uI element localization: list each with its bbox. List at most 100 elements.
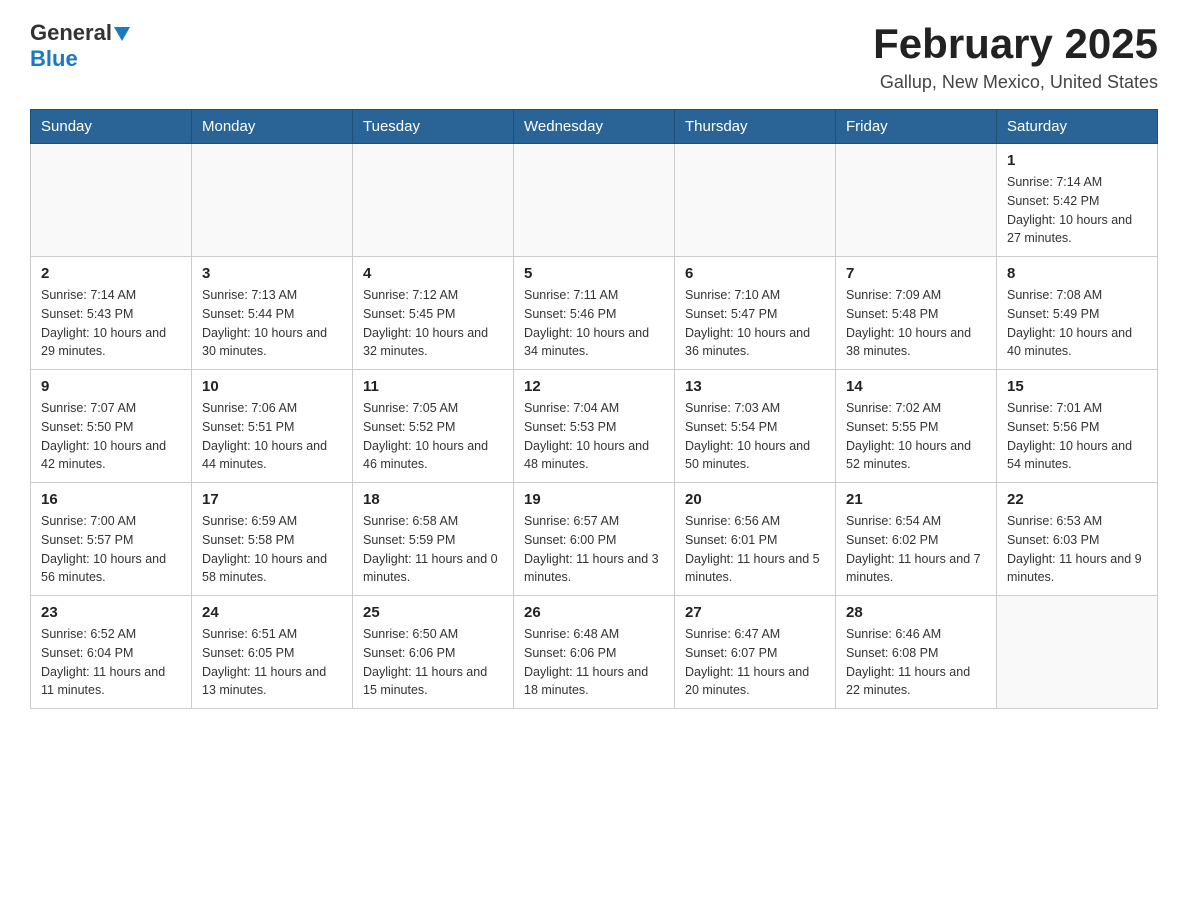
calendar-cell: 22 Sunrise: 6:53 AMSunset: 6:03 PMDayligh… (997, 483, 1158, 596)
day-info: Sunrise: 7:04 AMSunset: 5:53 PMDaylight:… (524, 399, 664, 474)
day-number: 19 (524, 491, 664, 508)
day-info: Sunrise: 7:08 AMSunset: 5:49 PMDaylight:… (1007, 286, 1147, 361)
day-of-week-header: Thursday (675, 110, 836, 144)
calendar-cell: 16 Sunrise: 7:00 AMSunset: 5:57 PMDayligh… (31, 483, 192, 596)
day-info: Sunrise: 7:01 AMSunset: 5:56 PMDaylight:… (1007, 399, 1147, 474)
day-info: Sunrise: 7:12 AMSunset: 5:45 PMDaylight:… (363, 286, 503, 361)
calendar-cell: 8 Sunrise: 7:08 AMSunset: 5:49 PMDaylight… (997, 257, 1158, 370)
day-info: Sunrise: 7:09 AMSunset: 5:48 PMDaylight:… (846, 286, 986, 361)
day-number: 7 (846, 265, 986, 282)
calendar-cell (675, 144, 836, 257)
day-info: Sunrise: 7:10 AMSunset: 5:47 PMDaylight:… (685, 286, 825, 361)
calendar-week-row: 2 Sunrise: 7:14 AMSunset: 5:43 PMDaylight… (31, 257, 1158, 370)
day-of-week-header: Friday (836, 110, 997, 144)
day-number: 10 (202, 378, 342, 395)
logo-general-text: General (30, 20, 112, 46)
day-info: Sunrise: 7:03 AMSunset: 5:54 PMDaylight:… (685, 399, 825, 474)
day-info: Sunrise: 6:51 AMSunset: 6:05 PMDaylight:… (202, 625, 342, 700)
calendar-cell: 24 Sunrise: 6:51 AMSunset: 6:05 PMDayligh… (192, 596, 353, 709)
calendar-cell (514, 144, 675, 257)
day-number: 1 (1007, 152, 1147, 169)
day-info: Sunrise: 7:00 AMSunset: 5:57 PMDaylight:… (41, 512, 181, 587)
day-info: Sunrise: 6:48 AMSunset: 6:06 PMDaylight:… (524, 625, 664, 700)
calendar-cell: 18 Sunrise: 6:58 AMSunset: 5:59 PMDayligh… (353, 483, 514, 596)
calendar-cell: 20 Sunrise: 6:56 AMSunset: 6:01 PMDayligh… (675, 483, 836, 596)
day-number: 17 (202, 491, 342, 508)
calendar-cell: 3 Sunrise: 7:13 AMSunset: 5:44 PMDaylight… (192, 257, 353, 370)
day-info: Sunrise: 6:59 AMSunset: 5:58 PMDaylight:… (202, 512, 342, 587)
day-number: 21 (846, 491, 986, 508)
location-subtitle: Gallup, New Mexico, United States (873, 72, 1158, 93)
day-number: 16 (41, 491, 181, 508)
day-of-week-header: Wednesday (514, 110, 675, 144)
calendar-week-row: 23 Sunrise: 6:52 AMSunset: 6:04 PMDayligh… (31, 596, 1158, 709)
calendar-cell: 10 Sunrise: 7:06 AMSunset: 5:51 PMDayligh… (192, 370, 353, 483)
calendar-cell: 23 Sunrise: 6:52 AMSunset: 6:04 PMDayligh… (31, 596, 192, 709)
calendar-cell: 19 Sunrise: 6:57 AMSunset: 6:00 PMDayligh… (514, 483, 675, 596)
day-number: 18 (363, 491, 503, 508)
day-info: Sunrise: 6:57 AMSunset: 6:00 PMDaylight:… (524, 512, 664, 587)
day-number: 23 (41, 604, 181, 621)
day-number: 22 (1007, 491, 1147, 508)
calendar-week-row: 16 Sunrise: 7:00 AMSunset: 5:57 PMDayligh… (31, 483, 1158, 596)
day-number: 12 (524, 378, 664, 395)
calendar-cell: 14 Sunrise: 7:02 AMSunset: 5:55 PMDayligh… (836, 370, 997, 483)
day-info: Sunrise: 6:52 AMSunset: 6:04 PMDaylight:… (41, 625, 181, 700)
day-number: 11 (363, 378, 503, 395)
day-number: 25 (363, 604, 503, 621)
day-info: Sunrise: 6:50 AMSunset: 6:06 PMDaylight:… (363, 625, 503, 700)
day-info: Sunrise: 7:06 AMSunset: 5:51 PMDaylight:… (202, 399, 342, 474)
day-number: 2 (41, 265, 181, 282)
day-info: Sunrise: 6:58 AMSunset: 5:59 PMDaylight:… (363, 512, 503, 587)
logo: General Blue (30, 20, 130, 72)
day-info: Sunrise: 6:46 AMSunset: 6:08 PMDaylight:… (846, 625, 986, 700)
calendar-cell: 2 Sunrise: 7:14 AMSunset: 5:43 PMDaylight… (31, 257, 192, 370)
day-info: Sunrise: 6:54 AMSunset: 6:02 PMDaylight:… (846, 512, 986, 587)
day-info: Sunrise: 6:47 AMSunset: 6:07 PMDaylight:… (685, 625, 825, 700)
day-info: Sunrise: 7:14 AMSunset: 5:43 PMDaylight:… (41, 286, 181, 361)
month-title: February 2025 (873, 20, 1158, 68)
calendar-cell: 6 Sunrise: 7:10 AMSunset: 5:47 PMDaylight… (675, 257, 836, 370)
calendar-cell (353, 144, 514, 257)
calendar-cell: 7 Sunrise: 7:09 AMSunset: 5:48 PMDaylight… (836, 257, 997, 370)
calendar-cell (836, 144, 997, 257)
day-info: Sunrise: 7:05 AMSunset: 5:52 PMDaylight:… (363, 399, 503, 474)
day-number: 14 (846, 378, 986, 395)
calendar-cell: 25 Sunrise: 6:50 AMSunset: 6:06 PMDayligh… (353, 596, 514, 709)
day-number: 5 (524, 265, 664, 282)
day-info: Sunrise: 7:02 AMSunset: 5:55 PMDaylight:… (846, 399, 986, 474)
calendar-cell: 5 Sunrise: 7:11 AMSunset: 5:46 PMDaylight… (514, 257, 675, 370)
day-info: Sunrise: 7:07 AMSunset: 5:50 PMDaylight:… (41, 399, 181, 474)
day-info: Sunrise: 7:13 AMSunset: 5:44 PMDaylight:… (202, 286, 342, 361)
calendar-cell: 28Sunrise: 6:46 AMSunset: 6:08 PMDayligh… (836, 596, 997, 709)
calendar-cell: 1Sunrise: 7:14 AMSunset: 5:42 PMDaylight… (997, 144, 1158, 257)
day-of-week-header: Tuesday (353, 110, 514, 144)
calendar-cell: 21 Sunrise: 6:54 AMSunset: 6:02 PMDayligh… (836, 483, 997, 596)
logo-triangle-icon (114, 27, 130, 41)
calendar-cell: 15Sunrise: 7:01 AMSunset: 5:56 PMDayligh… (997, 370, 1158, 483)
calendar-cell (192, 144, 353, 257)
day-number: 27 (685, 604, 825, 621)
calendar-cell: 17 Sunrise: 6:59 AMSunset: 5:58 PMDayligh… (192, 483, 353, 596)
calendar-cell: 4 Sunrise: 7:12 AMSunset: 5:45 PMDaylight… (353, 257, 514, 370)
logo-blue-text: Blue (30, 46, 78, 72)
calendar-cell (31, 144, 192, 257)
day-number: 9 (41, 378, 181, 395)
day-number: 3 (202, 265, 342, 282)
day-info: Sunrise: 6:56 AMSunset: 6:01 PMDaylight:… (685, 512, 825, 587)
day-number: 8 (1007, 265, 1147, 282)
day-info: Sunrise: 6:53 AMSunset: 6:03 PMDaylight:… (1007, 512, 1147, 587)
day-of-week-header: Sunday (31, 110, 192, 144)
day-number: 13 (685, 378, 825, 395)
day-number: 24 (202, 604, 342, 621)
day-number: 4 (363, 265, 503, 282)
day-of-week-header: Saturday (997, 110, 1158, 144)
calendar-week-row: 1Sunrise: 7:14 AMSunset: 5:42 PMDaylight… (31, 144, 1158, 257)
calendar-cell (997, 596, 1158, 709)
title-block: February 2025 Gallup, New Mexico, United… (873, 20, 1158, 93)
day-number: 20 (685, 491, 825, 508)
day-number: 6 (685, 265, 825, 282)
day-info: Sunrise: 7:11 AMSunset: 5:46 PMDaylight:… (524, 286, 664, 361)
calendar-header-row: SundayMondayTuesdayWednesdayThursdayFrid… (31, 110, 1158, 144)
day-number: 26 (524, 604, 664, 621)
